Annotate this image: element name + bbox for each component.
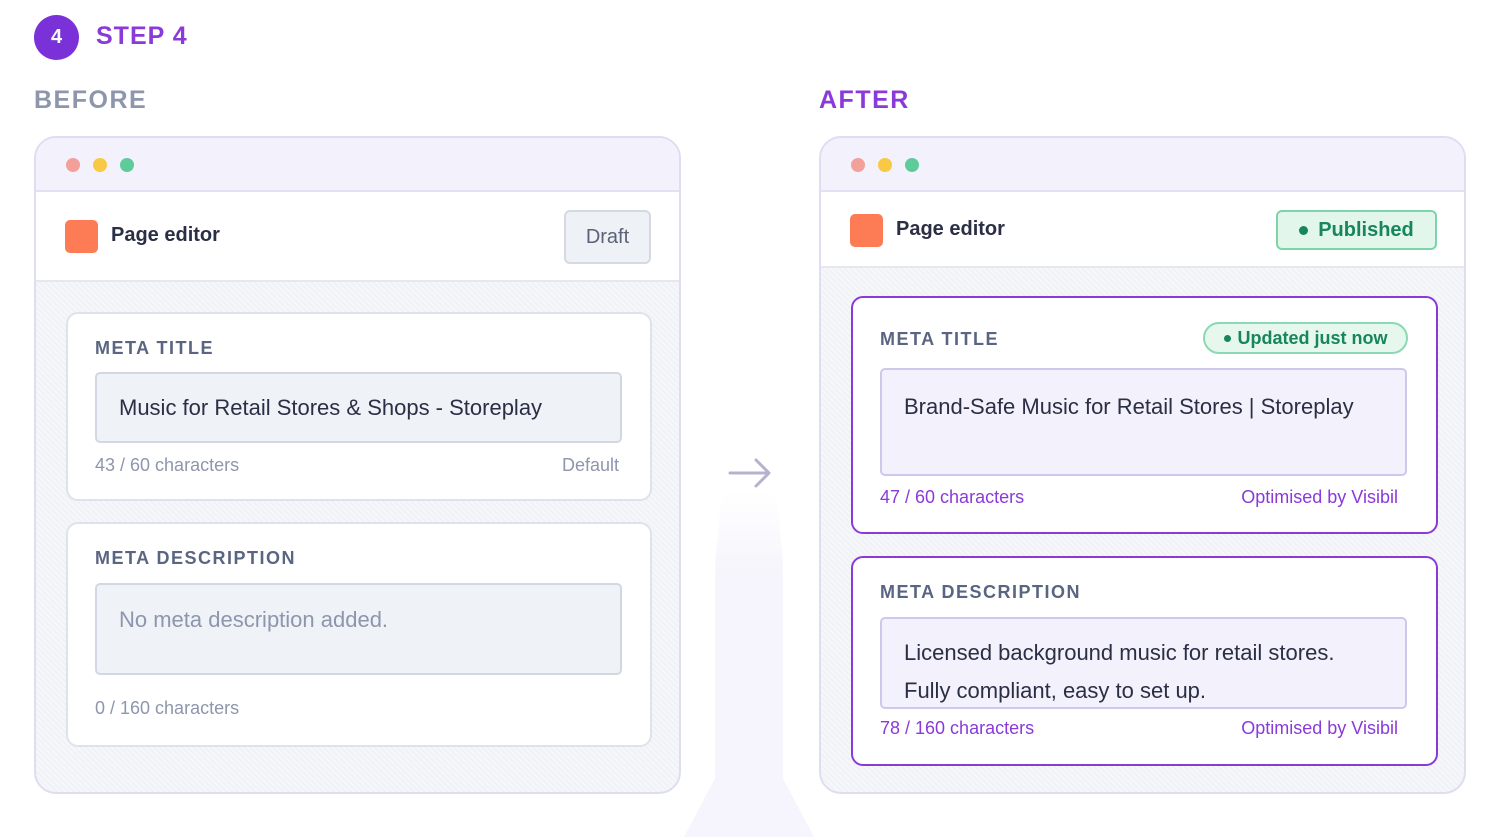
page-icon: [65, 220, 98, 253]
meta-title-note: Default: [561, 455, 619, 475]
editor-header: Page editor Draft: [36, 192, 679, 282]
arrow-right-icon: [728, 455, 774, 491]
updated-status-text: Updated just now: [1237, 327, 1388, 348]
editor-title: Page editor: [111, 224, 220, 246]
after-label: AFTER: [819, 86, 910, 114]
meta-description-char-count: 78 / 160 characters: [880, 718, 1035, 738]
window-titlebar: [36, 138, 679, 192]
meta-description-card: META DESCRIPTION Licensed background mus…: [851, 556, 1438, 766]
before-window: Page editor Draft META TITLE Music for R…: [34, 136, 681, 794]
page-icon: [850, 214, 883, 247]
window-maximize-dot[interactable]: [905, 158, 919, 172]
meta-title-note: Optimised by Visibil: [1241, 487, 1398, 507]
published-status-label: Published: [1318, 218, 1414, 241]
window-minimize-dot[interactable]: [93, 158, 107, 172]
editor-title: Page editor: [896, 218, 1005, 240]
published-status-button[interactable]: Published: [1276, 210, 1437, 250]
updated-status-badge: Updated just now: [1203, 322, 1408, 354]
meta-description-label: META DESCRIPTION: [880, 582, 1082, 602]
meta-title-input[interactable]: Music for Retail Stores & Shops - Storep…: [95, 372, 622, 443]
meta-title-label: META TITLE: [95, 338, 214, 358]
step-label: STEP 4: [96, 22, 188, 50]
meta-description-label: META DESCRIPTION: [95, 548, 297, 568]
draft-status-button[interactable]: Draft: [564, 210, 651, 264]
meta-title-card: META TITLE Updated just now Brand-Safe M…: [851, 296, 1438, 534]
after-window: Page editor Published META TITLE Updated…: [819, 136, 1466, 794]
meta-description-placeholder: No meta description added.: [119, 607, 389, 632]
window-minimize-dot[interactable]: [878, 158, 892, 172]
editor-header: Page editor Published: [821, 192, 1464, 268]
meta-description-card: META DESCRIPTION No meta description add…: [66, 522, 652, 747]
meta-description-line-1: Licensed background music for retail sto…: [904, 640, 1335, 665]
meta-title-card: META TITLE Music for Retail Stores & Sho…: [66, 312, 652, 501]
window-titlebar: [821, 138, 1464, 192]
meta-title-input[interactable]: Brand-Safe Music for Retail Stores | Sto…: [880, 368, 1407, 476]
meta-title-char-count: 43 / 60 characters: [95, 455, 240, 475]
window-close-dot[interactable]: [66, 158, 80, 172]
status-dot-icon: [1299, 225, 1309, 235]
window-close-dot[interactable]: [851, 158, 865, 172]
window-maximize-dot[interactable]: [120, 158, 134, 172]
meta-description-line-2: Fully compliant, easy to set up.: [904, 678, 1207, 703]
decorative-background-shape: [684, 490, 814, 837]
meta-title-value: Music for Retail Stores & Shops - Storep…: [119, 395, 543, 420]
meta-title-value: Brand-Safe Music for Retail Stores | Sto…: [904, 394, 1354, 419]
status-dot-icon: [1223, 334, 1231, 342]
before-label: BEFORE: [34, 86, 148, 114]
meta-description-input[interactable]: No meta description added.: [95, 583, 622, 675]
step-number-badge: 4: [34, 15, 79, 60]
meta-title-char-count: 47 / 60 characters: [880, 487, 1025, 507]
meta-description-input[interactable]: Licensed background music for retail sto…: [880, 617, 1407, 709]
meta-description-char-count: 0 / 160 characters: [95, 698, 240, 718]
meta-title-label: META TITLE: [880, 329, 999, 349]
meta-description-note: Optimised by Visibil: [1241, 718, 1398, 738]
